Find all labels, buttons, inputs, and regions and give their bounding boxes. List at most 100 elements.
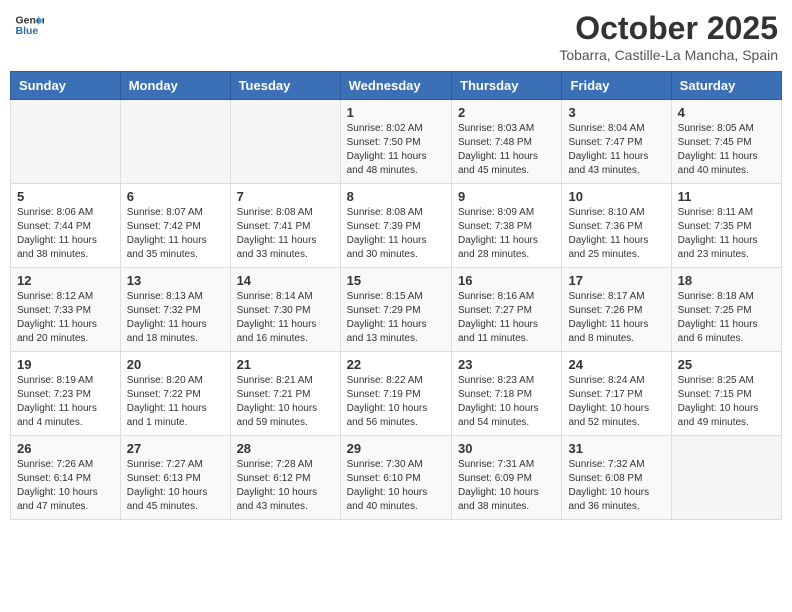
day-number: 1 xyxy=(347,105,445,120)
calendar-cell: 2Sunrise: 8:03 AMSunset: 7:48 PMDaylight… xyxy=(452,100,562,184)
day-number: 20 xyxy=(127,357,224,372)
day-info: Sunrise: 8:23 AMSunset: 7:18 PMDaylight:… xyxy=(458,374,555,430)
day-number: 25 xyxy=(678,357,775,372)
calendar-cell: 6 Sunrise: 8:07 AMSunset: 7:42 PMDaylight… xyxy=(120,184,230,268)
day-number: 21 xyxy=(237,357,334,372)
day-number: 16 xyxy=(458,273,555,288)
calendar-cell: 31 Sunrise: 7:32 AMSunset: 6:08 PMDayligh… xyxy=(562,436,671,520)
calendar-cell xyxy=(120,100,230,184)
day-number: 11 xyxy=(678,189,775,204)
weekday-header-tuesday: Tuesday xyxy=(230,72,340,100)
calendar-cell: 17Sunrise: 8:17 AMSunset: 7:26 PMDayligh… xyxy=(562,268,671,352)
day-info: Sunrise: 8:05 AMSunset: 7:45 PMDaylight:… xyxy=(678,122,775,178)
calendar-week-4: 19 Sunrise: 8:19 AMSunset: 7:23 PMDayligh… xyxy=(11,352,782,436)
day-number: 30 xyxy=(458,441,555,456)
calendar-cell xyxy=(11,100,121,184)
day-info: Sunrise: 8:20 AMSunset: 7:22 PMDaylight:… xyxy=(127,374,224,430)
day-info: Sunrise: 8:09 AMSunset: 7:38 PMDaylight:… xyxy=(458,206,555,262)
calendar-cell: 18 Sunrise: 8:18 AMSunset: 7:25 PMDayligh… xyxy=(671,268,781,352)
day-info: Sunrise: 8:11 AMSunset: 7:35 PMDaylight:… xyxy=(678,206,775,262)
day-info: Sunrise: 8:08 AMSunset: 7:39 PMDaylight:… xyxy=(347,206,445,262)
day-info: Sunrise: 8:24 AMSunset: 7:17 PMDaylight:… xyxy=(568,374,664,430)
day-number: 24 xyxy=(568,357,664,372)
weekday-header-sunday: Sunday xyxy=(11,72,121,100)
day-number: 4 xyxy=(678,105,775,120)
day-info: Sunrise: 7:32 AMSunset: 6:08 PMDaylight:… xyxy=(568,458,664,514)
day-number: 3 xyxy=(568,105,664,120)
day-number: 26 xyxy=(17,441,114,456)
day-info: Sunrise: 8:19 AMSunset: 7:23 PMDaylight:… xyxy=(17,374,114,430)
title-block: October 2025 Tobarra, Castille-La Mancha… xyxy=(559,10,778,63)
page-header: General Blue October 2025 Tobarra, Casti… xyxy=(10,10,782,63)
day-info: Sunrise: 8:15 AMSunset: 7:29 PMDaylight:… xyxy=(347,290,445,346)
calendar-cell: 14Sunrise: 8:14 AMSunset: 7:30 PMDayligh… xyxy=(230,268,340,352)
calendar-table: SundayMondayTuesdayWednesdayThursdayFrid… xyxy=(10,71,782,520)
calendar-week-3: 12Sunrise: 8:12 AMSunset: 7:33 PMDayligh… xyxy=(11,268,782,352)
calendar-cell: 24 Sunrise: 8:24 AMSunset: 7:17 PMDayligh… xyxy=(562,352,671,436)
calendar-cell: 30 Sunrise: 7:31 AMSunset: 6:09 PMDayligh… xyxy=(452,436,562,520)
day-number: 18 xyxy=(678,273,775,288)
logo-icon: General Blue xyxy=(14,10,44,40)
calendar-cell xyxy=(671,436,781,520)
svg-text:Blue: Blue xyxy=(16,25,39,37)
day-info: Sunrise: 7:31 AMSunset: 6:09 PMDaylight:… xyxy=(458,458,555,514)
day-info: Sunrise: 7:30 AMSunset: 6:10 PMDaylight:… xyxy=(347,458,445,514)
day-number: 22 xyxy=(347,357,445,372)
day-number: 10 xyxy=(568,189,664,204)
location-title: Tobarra, Castille-La Mancha, Spain xyxy=(559,47,778,63)
day-number: 27 xyxy=(127,441,224,456)
day-info: Sunrise: 7:27 AMSunset: 6:13 PMDaylight:… xyxy=(127,458,224,514)
day-number: 28 xyxy=(237,441,334,456)
day-info: Sunrise: 8:02 AMSunset: 7:50 PMDaylight:… xyxy=(347,122,445,178)
calendar-cell: 4 Sunrise: 8:05 AMSunset: 7:45 PMDaylight… xyxy=(671,100,781,184)
weekday-header-friday: Friday xyxy=(562,72,671,100)
weekday-header-monday: Monday xyxy=(120,72,230,100)
day-number: 7 xyxy=(237,189,334,204)
calendar-cell: 1 Sunrise: 8:02 AMSunset: 7:50 PMDaylight… xyxy=(340,100,451,184)
day-number: 31 xyxy=(568,441,664,456)
calendar-cell: 8 Sunrise: 8:08 AMSunset: 7:39 PMDaylight… xyxy=(340,184,451,268)
calendar-cell: 9 Sunrise: 8:09 AMSunset: 7:38 PMDaylight… xyxy=(452,184,562,268)
day-info: Sunrise: 8:07 AMSunset: 7:42 PMDaylight:… xyxy=(127,206,224,262)
day-number: 8 xyxy=(347,189,445,204)
weekday-header-wednesday: Wednesday xyxy=(340,72,451,100)
calendar-cell: 26 Sunrise: 7:26 AMSunset: 6:14 PMDayligh… xyxy=(11,436,121,520)
day-info: Sunrise: 8:25 AMSunset: 7:15 PMDaylight:… xyxy=(678,374,775,430)
calendar-cell: 11 Sunrise: 8:11 AMSunset: 7:35 PMDayligh… xyxy=(671,184,781,268)
day-number: 19 xyxy=(17,357,114,372)
day-info: Sunrise: 8:08 AMSunset: 7:41 PMDaylight:… xyxy=(237,206,334,262)
day-info: Sunrise: 8:18 AMSunset: 7:25 PMDaylight:… xyxy=(678,290,775,346)
day-info: Sunrise: 8:06 AMSunset: 7:44 PMDaylight:… xyxy=(17,206,114,262)
calendar-cell: 28Sunrise: 7:28 AMSunset: 6:12 PMDayligh… xyxy=(230,436,340,520)
calendar-cell: 15 Sunrise: 8:15 AMSunset: 7:29 PMDayligh… xyxy=(340,268,451,352)
day-number: 6 xyxy=(127,189,224,204)
day-info: Sunrise: 8:03 AMSunset: 7:48 PMDaylight:… xyxy=(458,122,555,178)
weekday-header-thursday: Thursday xyxy=(452,72,562,100)
calendar-cell: 3Sunrise: 8:04 AMSunset: 7:47 PMDaylight… xyxy=(562,100,671,184)
calendar-cell: 27 Sunrise: 7:27 AMSunset: 6:13 PMDayligh… xyxy=(120,436,230,520)
logo: General Blue xyxy=(14,10,44,40)
calendar-cell: 23Sunrise: 8:23 AMSunset: 7:18 PMDayligh… xyxy=(452,352,562,436)
day-info: Sunrise: 8:14 AMSunset: 7:30 PMDaylight:… xyxy=(237,290,334,346)
calendar-cell: 29 Sunrise: 7:30 AMSunset: 6:10 PMDayligh… xyxy=(340,436,451,520)
day-info: Sunrise: 7:26 AMSunset: 6:14 PMDaylight:… xyxy=(17,458,114,514)
calendar-cell: 5 Sunrise: 8:06 AMSunset: 7:44 PMDaylight… xyxy=(11,184,121,268)
calendar-week-2: 5 Sunrise: 8:06 AMSunset: 7:44 PMDaylight… xyxy=(11,184,782,268)
day-number: 29 xyxy=(347,441,445,456)
calendar-cell: 22 Sunrise: 8:22 AMSunset: 7:19 PMDayligh… xyxy=(340,352,451,436)
weekday-header-row: SundayMondayTuesdayWednesdayThursdayFrid… xyxy=(11,72,782,100)
day-number: 12 xyxy=(17,273,114,288)
calendar-cell: 10Sunrise: 8:10 AMSunset: 7:36 PMDayligh… xyxy=(562,184,671,268)
calendar-cell: 21Sunrise: 8:21 AMSunset: 7:21 PMDayligh… xyxy=(230,352,340,436)
day-info: Sunrise: 8:22 AMSunset: 7:19 PMDaylight:… xyxy=(347,374,445,430)
day-number: 5 xyxy=(17,189,114,204)
day-number: 9 xyxy=(458,189,555,204)
calendar-cell: 19 Sunrise: 8:19 AMSunset: 7:23 PMDayligh… xyxy=(11,352,121,436)
day-number: 15 xyxy=(347,273,445,288)
calendar-cell: 16 Sunrise: 8:16 AMSunset: 7:27 PMDayligh… xyxy=(452,268,562,352)
day-number: 13 xyxy=(127,273,224,288)
calendar-cell xyxy=(230,100,340,184)
calendar-cell: 12Sunrise: 8:12 AMSunset: 7:33 PMDayligh… xyxy=(11,268,121,352)
weekday-header-saturday: Saturday xyxy=(671,72,781,100)
day-info: Sunrise: 8:16 AMSunset: 7:27 PMDaylight:… xyxy=(458,290,555,346)
